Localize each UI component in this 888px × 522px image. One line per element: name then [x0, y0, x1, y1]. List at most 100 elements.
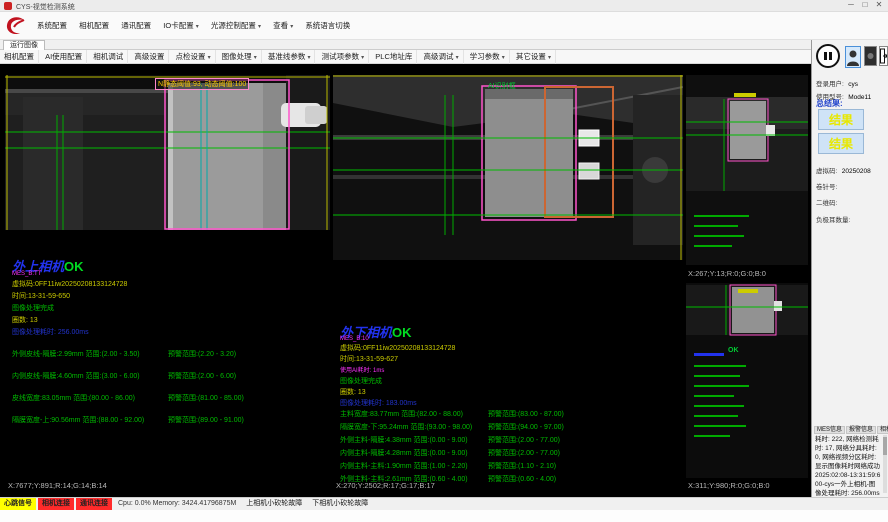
- right-sidebar: 登录用户: cys 使用型号: Mode11 总结果: 结果 结果 虚拟码: 2…: [811, 40, 888, 497]
- brand-logo-icon: [4, 15, 28, 37]
- camera-thumb-top: [686, 75, 808, 265]
- measure-row: 内侧主料-隔膜:4.28mm 范围:(0.00 - 9.00): [340, 448, 468, 458]
- chevron-down-icon: ▾: [290, 24, 293, 30]
- virtual-code-label: 虚拟码:: [816, 168, 837, 175]
- pin-number-label: 卷针号:: [816, 184, 837, 191]
- toolbar-camera-debug[interactable]: 相机调试: [89, 50, 128, 64]
- main-view-area: N静态阈值:93, 动态阈值:100 外上相机OK MES_B:TT 虚拟码:0…: [0, 64, 811, 497]
- menu-item-comm-config[interactable]: 通讯配置: [116, 12, 156, 40]
- app-window: CYS-视觉检测系统 ─□✕ 系统配置 相机配置 通讯配置 IO卡配置 ▾ 光源…: [0, 0, 888, 522]
- minimize-icon[interactable]: ─: [844, 0, 858, 9]
- warn-range: 预警范围:(2.20 - 3.20): [168, 349, 236, 359]
- measure-row: 皮线宽度:83.05mm 范围:(80.00 - 86.00): [12, 393, 135, 403]
- tab-mes-info[interactable]: MES信息: [814, 426, 845, 434]
- camera-panel-lower-outer: AI识别框 外下相机OK MES_B:10 虚拟码:0FF11iw2025020…: [333, 75, 683, 485]
- chevron-down-icon: ▾: [258, 24, 261, 30]
- log-tabs: MES信息报警信息相机信息: [814, 424, 888, 433]
- threshold-overlay-label: N静态阈值:93, 动态阈值:100: [155, 78, 249, 90]
- cursor-coordinates: X:311;Y:980;R:0;G:0;B:0: [688, 481, 770, 490]
- tab-camera-info[interactable]: 相机信息: [877, 426, 888, 434]
- ai-time-label: 使用AI耗时: 1ms: [340, 365, 384, 374]
- toolbar-learning-params[interactable]: 学习参数 ▾: [466, 50, 510, 65]
- chevron-down-icon: ▾: [456, 55, 459, 61]
- camera-thumb-bottom: OK: [686, 283, 808, 478]
- title-bar: CYS-视觉检测系统 ─□✕: [0, 0, 888, 12]
- maximize-icon[interactable]: □: [858, 0, 872, 9]
- exit-button[interactable]: [879, 46, 888, 66]
- log-message: 耗时: 222, 网络检测耗时: 17, 网络分具耗时: 0, 网络视频分区耗时…: [815, 435, 881, 498]
- tab-alarm-info[interactable]: 报警信息: [846, 426, 876, 434]
- total-result-label: 总结果:: [816, 98, 843, 109]
- toolbar-other-settings[interactable]: 其它设置 ▾: [512, 50, 556, 65]
- menu-item-light-config[interactable]: 光源控制配置 ▾: [206, 12, 266, 41]
- camera-status-ok: OK: [64, 259, 84, 274]
- measure-row: 隔膜宽度-上:90.56mm 范围:(88.00 - 92.00): [12, 415, 144, 425]
- mes-byte-label: MES_B:TT: [12, 271, 41, 277]
- chevron-down-icon: ▾: [502, 55, 505, 61]
- mes-byte-label: MES_B:10: [340, 336, 369, 342]
- warn-range: 预警范围:(81.00 - 85.00): [168, 393, 244, 403]
- menu-item-language-switch[interactable]: 系统语言切换: [300, 12, 355, 40]
- virtual-code-value: 20250208: [842, 168, 871, 175]
- measure-row: 隔膜宽度-下:95.24mm 范围:(93.00 - 98.00): [340, 422, 472, 432]
- toolbar-advanced-settings[interactable]: 高级设置: [130, 50, 169, 64]
- turns-label: 圈数: 13: [12, 315, 38, 325]
- result-badge: 结果: [818, 109, 864, 130]
- ai-roi-overlay-label: AI识别框: [488, 81, 516, 91]
- warn-range: 预警范围:(2.00 - 77.00): [488, 448, 560, 458]
- process-done-label: 图像处理完成: [340, 376, 382, 386]
- thumb-status-ok: OK: [728, 347, 739, 354]
- camera-thumb-top-view[interactable]: [686, 75, 808, 265]
- pause-button[interactable]: [816, 44, 840, 68]
- chevron-down-icon: ▾: [208, 55, 211, 61]
- toolbar-image-processing[interactable]: 图像处理 ▾: [218, 50, 262, 65]
- cursor-coordinates: X:267;Y:13;R:0;G:0;B:0: [688, 269, 766, 278]
- chevron-down-icon: ▾: [196, 24, 199, 30]
- camera-capture-button[interactable]: [864, 46, 877, 66]
- virtual-code-label: 虚拟码:0FF11iw20250208133124728: [340, 343, 455, 353]
- tab-run-image[interactable]: 运行图像: [3, 40, 45, 50]
- toolbar: 相机配置 AI使用配置 相机调试 高级设置 点检设置 ▾ 图像处理 ▾ 基准线参…: [0, 50, 811, 64]
- log-scrollbar[interactable]: [883, 435, 887, 493]
- model-value: Mode11: [848, 94, 871, 101]
- comm-connection-badge: 通讯连接: [76, 498, 112, 510]
- status-bar: 心跳信号相机连接通讯连接Cpu: 0.0% Memory: 3424.41796…: [0, 497, 888, 510]
- negative-tab-count-label: 负极耳数量:: [816, 217, 850, 224]
- result-badge: 结果: [818, 133, 864, 154]
- window-title: CYS-视觉检测系统: [16, 2, 75, 12]
- warn-range: 预警范围:(2.00 - 77.00): [488, 435, 560, 445]
- chevron-down-icon: ▾: [548, 55, 551, 61]
- toolbar-baseline-params[interactable]: 基准线参数 ▾: [264, 50, 316, 65]
- camera-status-ok: OK: [392, 325, 412, 340]
- qr-code-label: 二维码:: [816, 200, 837, 207]
- toolbar-test-params[interactable]: 测试项参数 ▾: [318, 50, 370, 65]
- camera-view-lower-outer[interactable]: [333, 75, 683, 260]
- warn-range: 预警范围:(94.00 - 97.00): [488, 422, 564, 432]
- menu-item-system-config[interactable]: 系统配置: [32, 12, 72, 40]
- toolbar-spot-check[interactable]: 点检设置 ▾: [171, 50, 215, 65]
- measure-row: 外侧皮线-隔膜:2.99mm 范围:(2.00 - 3.50): [12, 349, 140, 359]
- camera-connection-badge: 相机连接: [38, 498, 74, 510]
- time-label: 时间:13-31-59-650: [12, 291, 70, 301]
- cursor-coordinates: X:7677;Y:891;R:14;G:14;B:14: [8, 481, 107, 490]
- camera-view-upper-outer[interactable]: [5, 75, 330, 230]
- toolbar-camera-config[interactable]: 相机配置: [0, 50, 39, 64]
- toolbar-advanced-debug[interactable]: 高级调试 ▾: [419, 50, 463, 65]
- process-time-label: 图像处理耗时: 256.00ms: [12, 327, 89, 337]
- close-icon[interactable]: ✕: [872, 0, 886, 9]
- toolbar-plc-address[interactable]: PLC地址库: [371, 50, 417, 64]
- login-user-button[interactable]: [845, 46, 861, 68]
- menu-item-view[interactable]: 查看 ▾: [268, 12, 298, 41]
- menu-item-io-config[interactable]: IO卡配置 ▾: [158, 12, 204, 41]
- measure-row: 内侧皮线-隔膜:4.60mm 范围:(3.00 - 6.00): [12, 371, 140, 381]
- measure-row: 主料宽度:83.77mm 范围:(82.00 - 88.00): [340, 409, 463, 419]
- toolbar-ai-config[interactable]: AI使用配置: [41, 50, 87, 64]
- warn-range: 预警范围:(83.00 - 87.00): [488, 409, 564, 419]
- menu-item-camera-config[interactable]: 相机配置: [74, 12, 114, 40]
- camera-thumb-bottom-view[interactable]: [686, 283, 808, 478]
- warn-range: 预警范围:(0.60 - 4.00): [488, 474, 556, 484]
- chevron-down-icon: ▾: [307, 55, 310, 61]
- process-time-label: 图像处理耗时: 183.00ms: [340, 398, 417, 408]
- measure-row: 内侧主料-主料:1.90mm 范围:(1.00 - 2.20): [340, 461, 468, 471]
- app-icon: [4, 2, 12, 10]
